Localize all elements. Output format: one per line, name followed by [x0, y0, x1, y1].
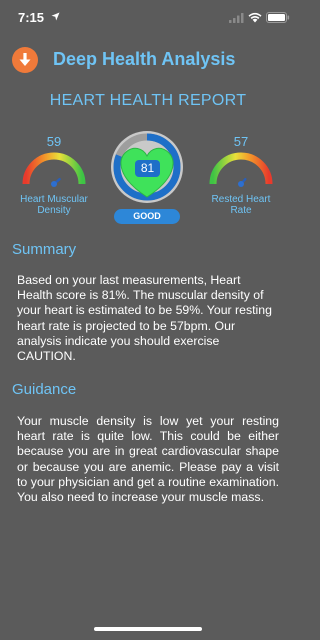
summary-heading: Summary	[12, 241, 77, 258]
battery-icon	[266, 12, 290, 23]
status-bar: 7:15	[0, 0, 296, 34]
gauge-arc-icon	[209, 152, 273, 187]
summary-text: Based on your last measurements, Heart H…	[17, 273, 272, 364]
rested-heart-rate-gauge: 57 Rested Heart Rate	[206, 132, 276, 222]
status-time: 7:15	[18, 10, 45, 25]
gauge-label: Heart Muscular Density	[20, 194, 88, 216]
app-header: Deep Health Analysis	[0, 44, 296, 78]
report-title: HEART HEALTH REPORT	[49, 92, 247, 109]
download-button[interactable]	[12, 47, 38, 73]
page-title: Deep Health Analysis	[53, 49, 236, 69]
guidance-heading: Guidance	[12, 381, 77, 398]
home-indicator[interactable]	[94, 627, 202, 631]
gauge-value: 57	[233, 134, 249, 149]
gauge-label: Rested Heart Rate	[211, 194, 271, 216]
download-arrow-icon	[19, 53, 31, 66]
cellular-signal-icon	[229, 13, 244, 23]
heart-score-value: 81	[135, 160, 160, 177]
gauge-arc-icon	[22, 152, 86, 187]
wifi-icon	[248, 12, 262, 23]
heart-health-score-gauge: 81 GOOD	[107, 125, 187, 225]
guidance-text: Your muscle density is low yet your rest…	[17, 414, 279, 505]
location-arrow-icon	[51, 12, 60, 21]
gauge-value: 59	[46, 134, 62, 149]
status-badge: GOOD	[114, 209, 180, 224]
heart-muscular-density-gauge: 59 Heart Muscular Density	[20, 132, 88, 222]
